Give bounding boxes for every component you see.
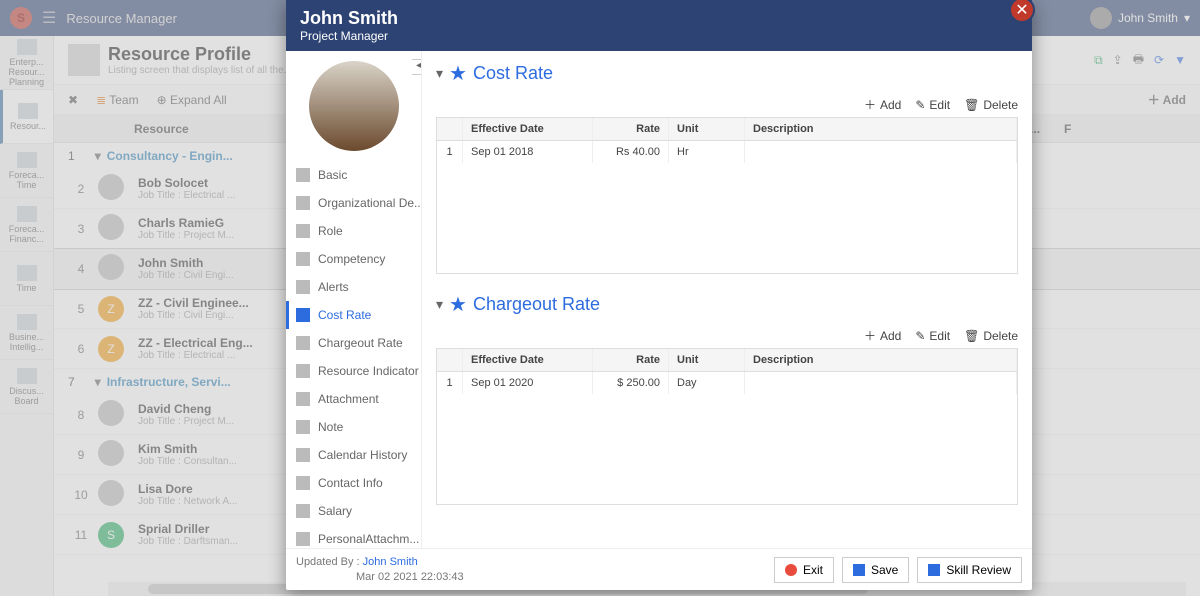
col-effective-date[interactable]: Effective Date bbox=[463, 118, 593, 140]
attachment-icon bbox=[296, 392, 310, 406]
edit-cost-rate-button[interactable]: ✎ Edit bbox=[915, 96, 950, 113]
nav-calendar-history[interactable]: Calendar History bbox=[286, 441, 421, 469]
nav-basic[interactable]: Basic bbox=[286, 161, 421, 189]
updated-info: Updated By : John Smith Mar 02 2021 22:0… bbox=[296, 555, 464, 584]
hourglass-icon bbox=[296, 448, 310, 462]
nav-chargeout[interactable]: Chargeout Rate bbox=[286, 329, 421, 357]
nav-role[interactable]: Role bbox=[286, 217, 421, 245]
col-rate[interactable]: Rate bbox=[593, 118, 669, 140]
delete-chargeout-button[interactable]: 🗑 Delete bbox=[964, 327, 1018, 344]
star-icon: ★ bbox=[449, 61, 467, 86]
modal-sidebar: ◂ Basic Organizational De... Role Compet… bbox=[286, 51, 422, 548]
nav-cost-rate[interactable]: Cost Rate bbox=[286, 301, 421, 329]
col-description[interactable]: Description bbox=[745, 349, 1017, 371]
modal-header: John Smith Project Manager bbox=[286, 0, 1032, 51]
nav-attachment[interactable]: Attachment bbox=[286, 385, 421, 413]
skill-review-button[interactable]: Skill Review bbox=[917, 557, 1022, 583]
section-title-chargeout: ▾ ★ Chargeout Rate bbox=[436, 292, 1018, 317]
nav-competency[interactable]: Competency bbox=[286, 245, 421, 273]
nav-note[interactable]: Note bbox=[286, 413, 421, 441]
clip-icon bbox=[296, 532, 310, 546]
col-effective-date[interactable]: Effective Date bbox=[463, 349, 593, 371]
indicator-icon bbox=[296, 364, 310, 378]
sidebar-collapse-handle[interactable]: ◂ bbox=[412, 59, 422, 75]
modal-subtitle: Project Manager bbox=[300, 29, 398, 43]
alert-icon bbox=[296, 280, 310, 294]
salary-star-icon bbox=[296, 504, 310, 518]
edit-chargeout-button[interactable]: ✎ Edit bbox=[915, 327, 950, 344]
note-icon bbox=[296, 420, 310, 434]
delete-cost-rate-button[interactable]: 🗑 Delete bbox=[964, 96, 1018, 113]
contact-icon bbox=[296, 476, 310, 490]
star-icon bbox=[296, 336, 310, 350]
col-rate[interactable]: Rate bbox=[593, 349, 669, 371]
modal-footer: Updated By : John Smith Mar 02 2021 22:0… bbox=[286, 548, 1032, 590]
star-icon bbox=[296, 308, 310, 322]
profile-avatar bbox=[309, 61, 399, 151]
col-unit[interactable]: Unit bbox=[669, 349, 745, 371]
org-icon bbox=[296, 196, 310, 210]
exit-icon bbox=[785, 564, 797, 576]
save-button[interactable]: Save bbox=[842, 557, 909, 583]
add-cost-rate-button[interactable]: ＋ Add bbox=[864, 96, 901, 113]
add-chargeout-button[interactable]: ＋ Add bbox=[864, 327, 901, 344]
cost-rate-actions: ＋ Add ✎ Edit 🗑 Delete bbox=[436, 92, 1018, 117]
col-unit[interactable]: Unit bbox=[669, 118, 745, 140]
chargeout-actions: ＋ Add ✎ Edit 🗑 Delete bbox=[436, 323, 1018, 348]
collapse-icon[interactable]: ▾ bbox=[436, 65, 443, 82]
col-description[interactable]: Description bbox=[745, 118, 1017, 140]
home-icon bbox=[296, 168, 310, 182]
nav-alerts[interactable]: Alerts bbox=[286, 273, 421, 301]
role-icon bbox=[296, 224, 310, 238]
exit-button[interactable]: Exit bbox=[774, 557, 834, 583]
cost-rate-table: Effective Date Rate Unit Description 1 S… bbox=[436, 117, 1018, 274]
section-title-cost-rate: ▾ ★ Cost Rate bbox=[436, 61, 1018, 86]
nav-indicator[interactable]: Resource Indicator bbox=[286, 357, 421, 385]
nav-contact[interactable]: Contact Info bbox=[286, 469, 421, 497]
skill-icon bbox=[928, 564, 940, 576]
modal-content[interactable]: ▾ ★ Cost Rate ＋ Add ✎ Edit 🗑 Delete Effe… bbox=[422, 51, 1032, 548]
nav-salary[interactable]: Salary bbox=[286, 497, 421, 525]
collapse-icon[interactable]: ▾ bbox=[436, 296, 443, 313]
competency-icon bbox=[296, 252, 310, 266]
chargeout-table: Effective Date Rate Unit Description 1 S… bbox=[436, 348, 1018, 505]
modal-title: John Smith bbox=[300, 8, 398, 29]
save-icon bbox=[853, 564, 865, 576]
nav-org[interactable]: Organizational De... bbox=[286, 189, 421, 217]
table-row[interactable]: 1 Sep 01 2018 Rs 40.00 Hr bbox=[437, 141, 1017, 163]
table-row[interactable]: 1 Sep 01 2020 $ 250.00 Day bbox=[437, 372, 1017, 394]
nav-personal-attachment[interactable]: PersonalAttachm... bbox=[286, 525, 421, 548]
resource-detail-modal: John Smith Project Manager ✕ ◂ Basic Org… bbox=[286, 0, 1032, 590]
star-icon: ★ bbox=[449, 292, 467, 317]
